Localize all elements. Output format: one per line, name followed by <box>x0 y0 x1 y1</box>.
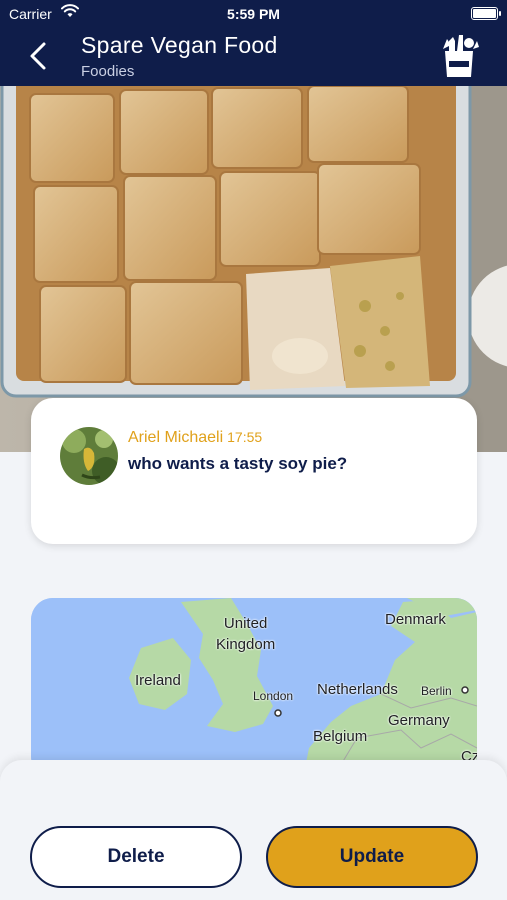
groceries-bag-icon[interactable] <box>435 31 483 79</box>
chevron-left-icon <box>30 42 46 70</box>
back-button[interactable] <box>22 36 56 76</box>
location-map[interactable]: United Kingdom Ireland London Denmark Net… <box>31 598 477 778</box>
map-label-belgium: Belgium <box>313 728 368 745</box>
delete-button[interactable]: Delete <box>30 826 242 888</box>
page-subtitle: Foodies <box>81 63 135 80</box>
map-label-ireland: Ireland <box>135 672 181 689</box>
update-button[interactable]: Update <box>266 826 478 888</box>
message-text: who wants a tasty soy pie? <box>128 454 348 473</box>
action-sheet: Delete Update <box>0 760 507 900</box>
message-time: 17:55 <box>227 429 263 445</box>
avatar[interactable] <box>60 427 118 485</box>
map-label-denmark: Denmark <box>385 611 446 628</box>
status-bar: Carrier 5:59 PM <box>0 0 507 28</box>
page-title: Spare Vegan Food <box>81 32 278 58</box>
status-time: 5:59 PM <box>227 6 280 22</box>
battery-level <box>473 9 496 18</box>
navigation-bar: Spare Vegan Food Foodies <box>0 28 507 86</box>
map-label-berlin: Berlin <box>421 684 452 698</box>
message-meta: Ariel Michaeli 17:55 <box>128 429 262 447</box>
map-label-united-kingdom-1: United Kingdom <box>216 615 276 653</box>
battery-icon <box>471 7 501 20</box>
map-label-netherlands: Netherlands <box>317 681 398 698</box>
message-author[interactable]: Ariel Michaeli <box>128 429 223 446</box>
map-label-london: London <box>253 689 294 703</box>
message-card: Ariel Michaeli 17:55 who wants a tasty so… <box>31 398 477 544</box>
map-label-germany: Germany <box>388 712 450 729</box>
